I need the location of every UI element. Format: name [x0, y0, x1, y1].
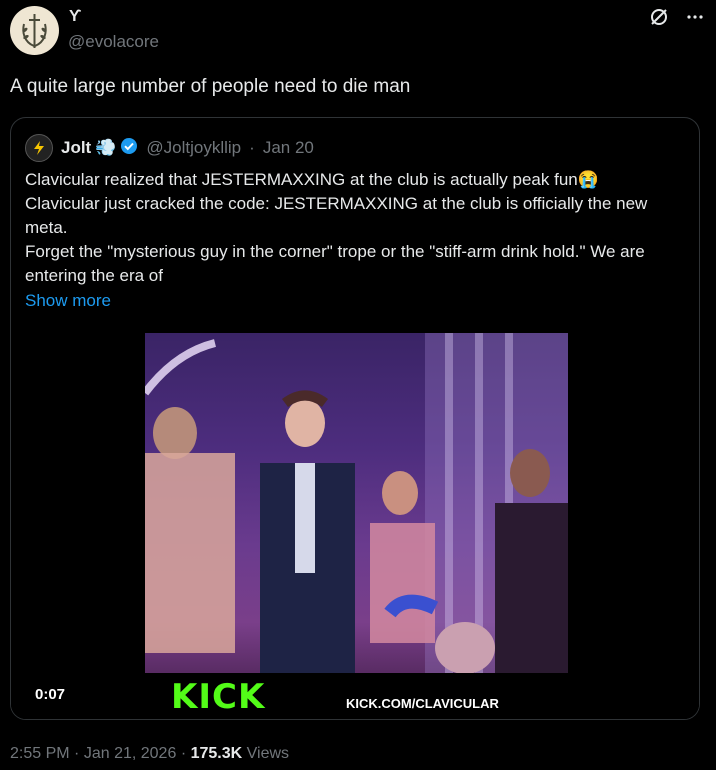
quote-line: Clavicular just cracked the code: JESTER… — [25, 194, 648, 237]
more-options-icon[interactable] — [684, 6, 706, 28]
tweet-text: A quite large number of people need to d… — [10, 76, 411, 97]
quote-line: Clavicular realized that JESTERMAXXING a… — [25, 170, 599, 189]
quote-line: Forget the "mysterious guy in the corner… — [25, 242, 645, 285]
verified-badge-icon — [120, 137, 138, 160]
laurel-sword-icon — [22, 14, 47, 48]
views-count[interactable]: 175.3K — [191, 745, 243, 762]
quote-body: Clavicular realized that JESTERMAXXING a… — [25, 168, 689, 313]
video-letterbox-right — [568, 333, 699, 719]
quote-header: Jolt 💨 @Joltjoykllip · Jan 20 — [25, 134, 314, 162]
avatar[interactable] — [10, 6, 59, 55]
kick-url: KICK.COM/CLAVICULAR — [346, 696, 499, 711]
post-date[interactable]: Jan 21, 2026 — [84, 745, 177, 762]
video-letterbox-left — [11, 333, 145, 719]
author-handle[interactable]: @evolacore — [68, 32, 159, 52]
author-display-name[interactable]: ϒ — [69, 8, 81, 26]
quote-avatar[interactable] — [25, 134, 53, 162]
tweet-footer: 2:55 PM · Jan 21, 2026 · 175.3K Views — [10, 745, 289, 763]
kick-logo: KICK — [171, 677, 266, 717]
video-player[interactable] — [145, 333, 568, 719]
views-label: Views — [246, 745, 290, 762]
dash-emoji: 💨 — [95, 138, 117, 157]
quote-date[interactable]: Jan 20 — [263, 138, 314, 158]
post-time[interactable]: 2:55 PM — [10, 745, 70, 762]
footer-dot: · — [74, 745, 80, 762]
top-actions — [648, 6, 706, 28]
show-more-link[interactable]: Show more — [25, 289, 111, 313]
grok-icon[interactable] — [648, 6, 670, 28]
quoted-tweet[interactable]: Jolt 💨 @Joltjoykllip · Jan 20 Clavicular… — [10, 117, 700, 720]
lightning-icon — [34, 141, 44, 155]
quote-separator: · — [249, 138, 255, 157]
video-duration: 0:07 — [35, 686, 66, 703]
footer-dot: · — [180, 745, 187, 762]
quote-handle[interactable]: @Joltjoykllip — [146, 138, 241, 158]
quote-author-name[interactable]: Jolt — [61, 138, 91, 158]
video-frame — [145, 333, 568, 693]
